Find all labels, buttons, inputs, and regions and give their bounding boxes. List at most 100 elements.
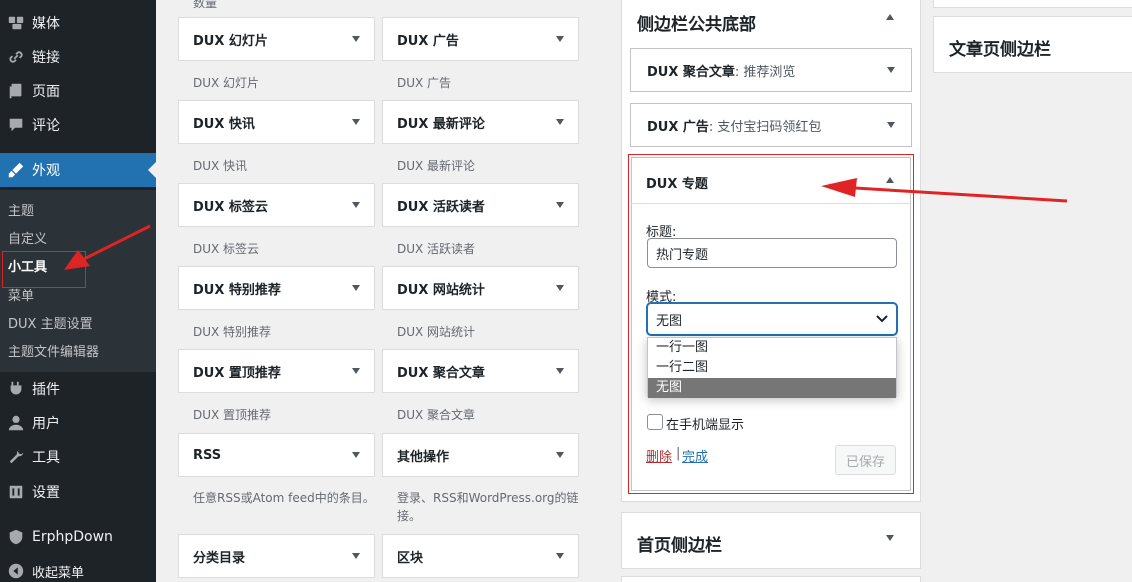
widget-description: DUX 活跃读者 (397, 242, 476, 256)
widget-item[interactable]: 分类目录 (178, 534, 375, 578)
mode-option[interactable]: 一行一图 (648, 338, 896, 358)
prev-right-area (933, 0, 1132, 8)
menu-label: 设置 (32, 485, 60, 501)
mode-option-selected[interactable]: 无图 (648, 378, 896, 398)
widget-item[interactable]: DUX 最新评论 (382, 100, 579, 144)
link-separator: | (676, 446, 681, 461)
widget-title: DUX 幻灯片 (193, 33, 268, 49)
widget-description: DUX 标签云 (193, 242, 260, 256)
widget-item[interactable]: 其他操作 (382, 433, 579, 477)
widget-item[interactable]: DUX 特别推荐 (178, 266, 375, 310)
widget-title: DUX 特别推荐 (193, 282, 281, 298)
chevron-down-icon[interactable] (352, 452, 360, 458)
collapse-area-icon[interactable] (886, 14, 894, 20)
chevron-down-icon[interactable] (352, 36, 360, 42)
chevron-down-icon[interactable] (556, 36, 564, 42)
settings-icon (6, 482, 26, 502)
mobile-checkbox[interactable] (647, 414, 663, 430)
placed-widget-ad[interactable]: DUX 广告: 支付宝扫码领红包 (630, 103, 912, 147)
widget-item[interactable]: DUX 聚合文章 (382, 349, 579, 393)
chevron-down-icon[interactable] (352, 202, 360, 208)
widget-title: DUX 最新评论 (397, 116, 485, 132)
menu-collapse[interactable]: 收起菜单 (0, 554, 156, 582)
widget-title: DUX 聚合文章 (397, 365, 485, 381)
chevron-down-icon[interactable] (352, 285, 360, 291)
widget-item[interactable]: DUX 置顶推荐 (178, 349, 375, 393)
media-icon (6, 13, 26, 33)
chevron-down-icon[interactable] (556, 553, 564, 559)
article-sidebar-title: 文章页侧边栏 (949, 40, 1051, 60)
placed-widget-aggregate[interactable]: DUX 聚合文章: 推荐浏览 (630, 48, 912, 92)
widget-description: 任意RSS或Atom feed中的条目。 (193, 491, 375, 505)
chevron-down-icon[interactable] (556, 368, 564, 374)
menu-item-tools[interactable]: 工具 (0, 440, 156, 474)
shield-icon (6, 527, 26, 547)
menu-label: 外观 (32, 163, 60, 179)
widget-description: DUX 聚合文章 (397, 408, 476, 422)
topic-widget-title: DUX 专题 (646, 177, 708, 192)
current-menu-arrow (148, 162, 156, 178)
widget-item[interactable]: 区块 (382, 534, 579, 578)
chevron-down-icon[interactable] (886, 535, 894, 541)
menu-label: 页面 (32, 84, 60, 100)
chevron-down-icon[interactable] (887, 67, 895, 73)
menu-item-plugins[interactable]: 插件 (0, 372, 156, 406)
mode-option[interactable]: 一行二图 (648, 358, 896, 378)
menu-item-pages[interactable]: 页面 (0, 74, 156, 108)
mode-dropdown: 一行一图 一行二图 无图 (647, 337, 897, 398)
menu-label: ErphpDown (32, 529, 113, 545)
widget-title: DUX 置顶推荐 (193, 365, 281, 381)
mode-select[interactable]: 无图 (647, 303, 897, 335)
menu-item-comments[interactable]: 评论 (0, 108, 156, 142)
chevron-down-icon[interactable] (556, 285, 564, 291)
submenu-dux-settings[interactable]: DUX 主题设置 (8, 313, 93, 332)
widget-item[interactable]: RSS (178, 433, 375, 477)
widget-description: DUX 网站统计 (397, 325, 476, 339)
widget-description: DUX 置顶推荐 (193, 408, 272, 422)
chevron-down-icon[interactable] (556, 202, 564, 208)
widget-description: DUX 特别推荐 (193, 325, 272, 339)
menu-item-settings[interactable]: 设置 (0, 475, 156, 509)
menu-label: 评论 (32, 118, 60, 134)
menu-label: 收起菜单 (32, 565, 85, 581)
chevron-down-icon[interactable] (556, 452, 564, 458)
widget-description: DUX 快讯 (193, 159, 248, 173)
next-sidebar-area (621, 576, 921, 582)
home-sidebar-title: 首页侧边栏 (637, 536, 722, 556)
menu-label: 插件 (32, 382, 60, 398)
admin-sidebar: 媒体 链接 页面 评论 外观 主题 自定义 小工具 菜单 DUX 主题设置 主题… (0, 0, 156, 582)
saved-button[interactable]: 已保存 (835, 445, 896, 475)
chevron-down-icon[interactable] (556, 119, 564, 125)
chevron-down-icon[interactable] (887, 122, 895, 128)
menu-item-users[interactable]: 用户 (0, 406, 156, 440)
comments-icon (6, 115, 26, 135)
menu-item-appearance[interactable]: 外观 (0, 153, 156, 187)
menu-item-media[interactable]: 媒体 (0, 6, 156, 40)
widget-item[interactable]: DUX 幻灯片 (178, 17, 375, 61)
sidebar-footer-title: 侧边栏公共底部 (637, 15, 756, 35)
widget-item[interactable]: DUX 快讯 (178, 100, 375, 144)
submenu-themes[interactable]: 主题 (8, 200, 34, 219)
widget-desc-cut: 数量 (193, 0, 218, 10)
widget-title: DUX 快讯 (193, 116, 255, 132)
widget-item[interactable]: DUX 活跃读者 (382, 183, 579, 227)
menu-label: 链接 (32, 50, 60, 66)
title-input[interactable]: 热门专题 (647, 238, 897, 268)
menu-label: 用户 (32, 416, 60, 432)
chevron-down-icon[interactable] (352, 119, 360, 125)
widget-item[interactable]: DUX 广告 (382, 17, 579, 61)
mobile-label: 在手机端显示 (666, 418, 745, 433)
links-icon (6, 47, 26, 67)
widget-item[interactable]: DUX 标签云 (178, 183, 375, 227)
appearance-icon (6, 160, 26, 180)
delete-link[interactable]: 删除 (646, 446, 672, 465)
widget-item[interactable]: DUX 网站统计 (382, 266, 579, 310)
done-link[interactable]: 完成 (682, 446, 708, 465)
annotation-arrow-icon (821, 178, 1068, 203)
submenu-customize[interactable]: 自定义 (8, 228, 47, 247)
chevron-down-icon[interactable] (352, 368, 360, 374)
submenu-theme-editor[interactable]: 主题文件编辑器 (8, 341, 99, 360)
menu-item-erphpdown[interactable]: ErphpDown (0, 520, 156, 554)
menu-item-links[interactable]: 链接 (0, 40, 156, 74)
chevron-down-icon[interactable] (352, 553, 360, 559)
